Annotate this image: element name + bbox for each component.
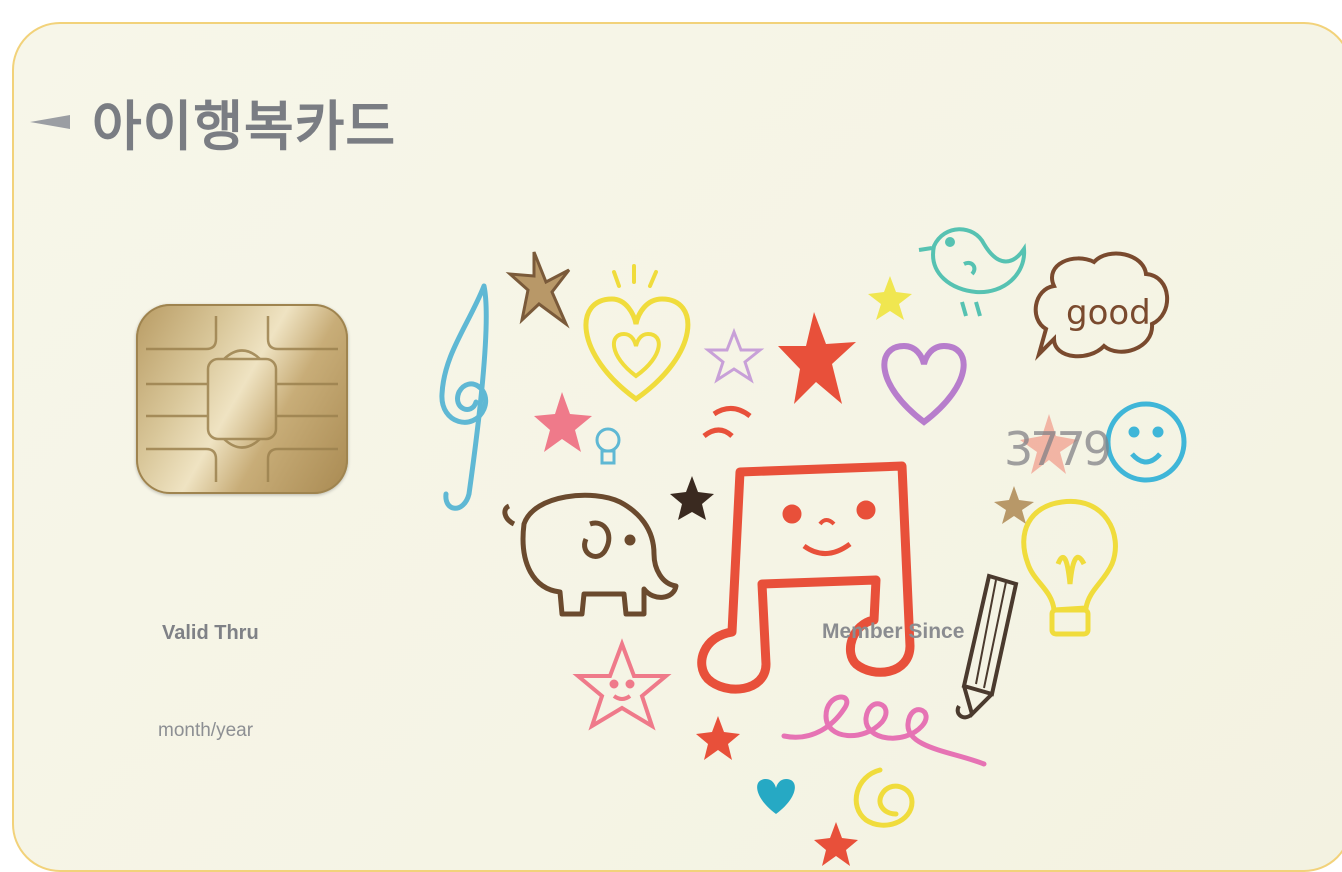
teal-heart-icon: [757, 779, 795, 814]
small-red-star-icon: [696, 716, 740, 760]
purple-heart-icon: [881, 342, 967, 426]
elephant-icon: [502, 492, 679, 617]
small-pink-star-icon: [703, 327, 765, 384]
lightbulb-icon: [1021, 498, 1118, 637]
bottom-red-star-icon: [814, 822, 858, 866]
small-lightbulb-icon: [595, 427, 621, 465]
music-note-character-icon: [697, 406, 915, 694]
doodle-artwork: good: [439, 227, 1187, 866]
pink-swirl-icon: [781, 694, 987, 767]
credit-card: 아이행복카드 good 3779 Valid Thru month/year M…: [12, 22, 1342, 872]
member-since-label: Member Since: [822, 620, 965, 643]
speech-bubble-icon: good: [1033, 251, 1169, 361]
yellow-star-icon: [868, 276, 912, 320]
pink-outline-star-icon: [572, 638, 672, 731]
yellow-spiral-icon: [853, 767, 915, 828]
pink-star-icon: [534, 392, 592, 452]
valid-thru-label: Valid Thru: [162, 622, 259, 644]
small-brown-star-icon: [994, 486, 1034, 524]
expiry-date-placeholder: month/year: [158, 720, 254, 741]
card-number-fragment: 3779: [1004, 422, 1112, 476]
brown-star-icon: [505, 251, 571, 329]
treble-clef-icon: [439, 283, 489, 511]
red-star-icon: [778, 312, 856, 404]
pencil-icon: [955, 573, 1019, 720]
yellow-heart-icon: [583, 264, 691, 403]
smiley-face-icon: [1105, 401, 1187, 483]
speech-bubble-text: good: [1066, 293, 1151, 333]
bird-icon: [918, 227, 1027, 317]
dark-star-icon: [670, 476, 714, 520]
